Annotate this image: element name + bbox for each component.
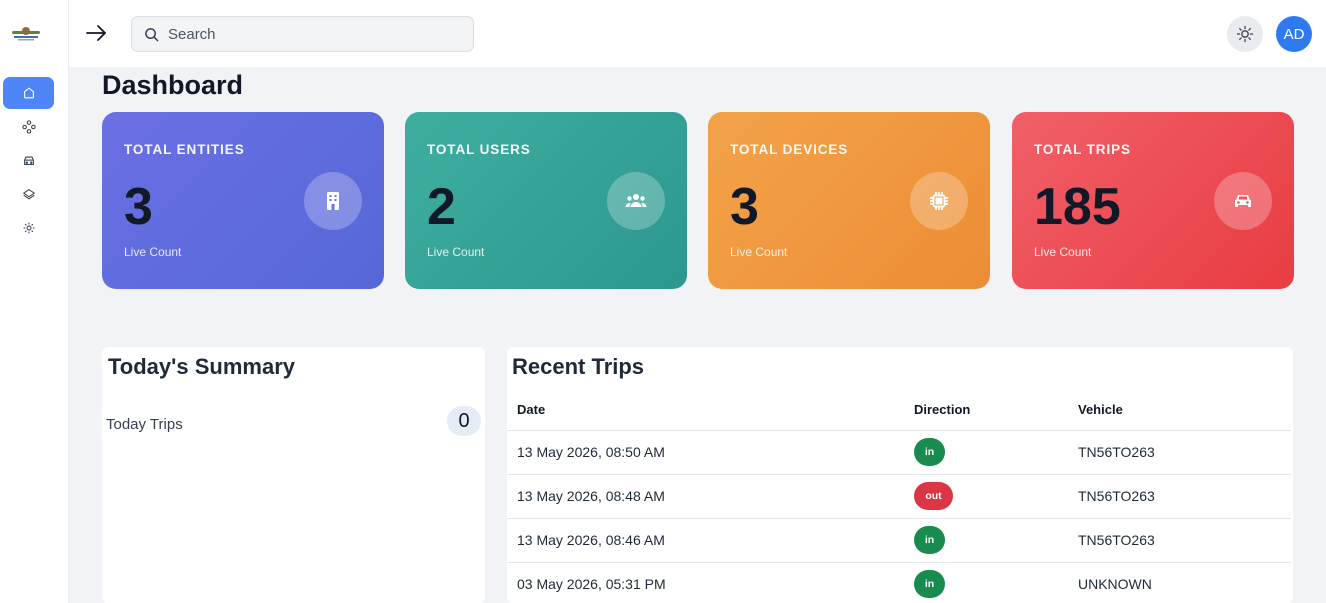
search-input[interactable] (168, 25, 448, 43)
gear-icon (23, 222, 34, 234)
column-header-direction[interactable]: Direction (904, 390, 1068, 430)
sidebar-item-entities[interactable] (3, 111, 54, 143)
trip-vehicle: TN56TO263 (1068, 517, 1291, 562)
stat-card-trips[interactable]: TOTAL TRIPS 185 Live Count (1012, 112, 1294, 289)
stat-card-users[interactable]: TOTAL USERS 2 Live Count (405, 112, 687, 289)
table-header-row: Date Direction Vehicle (507, 390, 1291, 430)
avatar[interactable]: AD (1276, 16, 1312, 52)
trip-date: 13 May 2026, 08:46 AM (507, 517, 904, 562)
sidebar-item-settings[interactable] (3, 212, 54, 244)
column-header-vehicle[interactable]: Vehicle (1068, 390, 1291, 430)
table-row[interactable]: 13 May 2026, 08:46 AM in TN56TO263 (507, 517, 1291, 562)
recent-trips-table: Date Direction Vehicle 13 May 2026, 08:5… (507, 390, 1291, 603)
trip-direction: in (904, 429, 1068, 474)
home-icon (23, 87, 34, 99)
card-value: 3 (124, 178, 153, 236)
direction-badge: in (914, 570, 945, 599)
trip-vehicle: TN56TO263 (1068, 429, 1291, 474)
trip-date: 13 May 2026, 08:50 AM (507, 429, 904, 474)
stat-card-entities[interactable]: TOTAL ENTITIES 3 Live Count (102, 112, 384, 289)
card-value: 2 (427, 178, 456, 236)
sidebar-item-vehicles[interactable] (3, 145, 54, 177)
car-icon (23, 156, 34, 166)
chip-icon (910, 172, 968, 230)
card-title: TOTAL USERS (427, 142, 531, 157)
layers-icon (22, 188, 35, 200)
card-subtitle: Live Count (124, 245, 182, 259)
card-value: 185 (1034, 178, 1121, 236)
today-trips-count: 0 (447, 406, 481, 436)
table-row[interactable]: 13 May 2026, 08:50 AM in TN56TO263 (507, 429, 1291, 474)
panel-title: Recent Trips (512, 354, 645, 379)
trip-direction: out (904, 473, 1068, 518)
card-title: TOTAL DEVICES (730, 142, 849, 157)
sun-icon (1236, 25, 1254, 43)
today-trips-label: Today Trips (106, 416, 183, 433)
page-title: Dashboard (102, 70, 244, 100)
card-title: TOTAL TRIPS (1034, 142, 1131, 157)
column-header-date[interactable]: Date (507, 390, 904, 430)
recent-trips-panel: Recent Trips Date Direction Vehicle 13 M… (507, 347, 1293, 603)
trip-vehicle: UNKNOWN (1068, 561, 1291, 603)
search-box[interactable] (131, 16, 474, 52)
users-icon (607, 172, 665, 230)
stat-card-devices[interactable]: TOTAL DEVICES 3 Live Count (708, 112, 990, 289)
direction-badge: out (914, 482, 953, 510)
theme-toggle-button[interactable] (1227, 16, 1263, 52)
trip-date: 03 May 2026, 05:31 PM (507, 561, 904, 603)
table-row[interactable]: 03 May 2026, 05:31 PM in UNKNOWN (507, 561, 1291, 603)
direction-badge: in (914, 438, 945, 466)
card-subtitle: Live Count (427, 245, 485, 259)
car-icon (1214, 172, 1272, 230)
card-title: TOTAL ENTITIES (124, 142, 245, 157)
search-icon (145, 27, 159, 41)
card-subtitle: Live Count (730, 245, 788, 259)
card-value: 3 (730, 178, 759, 236)
topbar: AD (69, 0, 1326, 67)
panel-title: Today's Summary (108, 354, 295, 379)
building-icon (304, 172, 362, 230)
sidebar-item-home[interactable] (3, 77, 54, 109)
card-subtitle: Live Count (1034, 245, 1092, 259)
arrow-right-icon[interactable] (83, 20, 109, 46)
logo[interactable] (10, 26, 42, 42)
nodes-icon (21, 120, 36, 134)
trip-date: 13 May 2026, 08:48 AM (507, 473, 904, 518)
sidebar (0, 0, 69, 603)
trip-direction: in (904, 517, 1068, 562)
todays-summary-panel: Today's Summary Today Trips 0 (102, 347, 485, 603)
direction-badge: in (914, 526, 945, 554)
trip-direction: in (904, 561, 1068, 603)
trip-vehicle: TN56TO263 (1068, 473, 1291, 518)
sidebar-item-layers[interactable] (3, 178, 54, 210)
table-row[interactable]: 13 May 2026, 08:48 AM out TN56TO263 (507, 473, 1291, 518)
